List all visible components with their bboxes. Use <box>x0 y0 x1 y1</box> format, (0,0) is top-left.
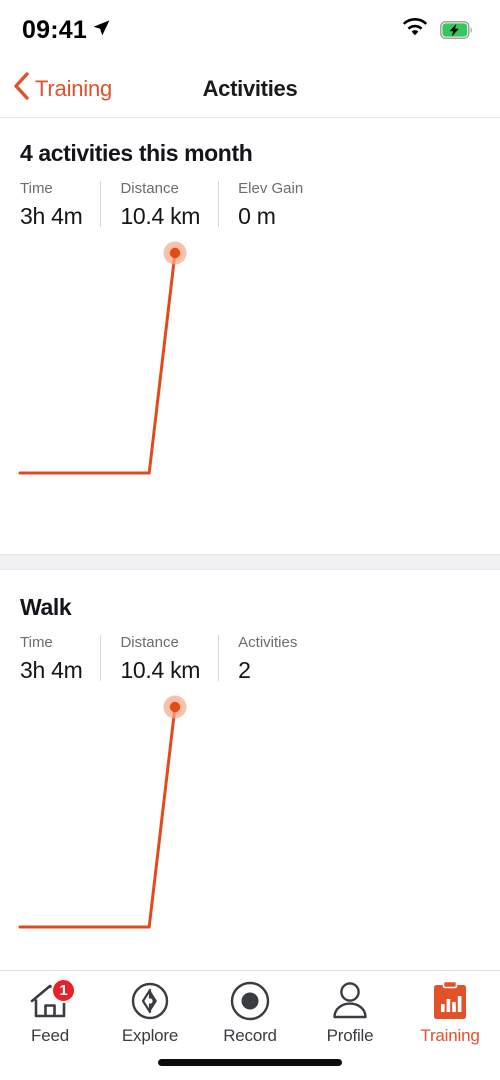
chart-marker-dot[interactable] <box>169 247 181 259</box>
stat-value: 2 <box>238 657 251 683</box>
stat-time: Time 3h 4m <box>20 179 100 231</box>
tab-profile[interactable]: Profile <box>300 980 400 1046</box>
back-button-label: Training <box>35 75 113 101</box>
tab-record[interactable]: Record <box>200 980 300 1046</box>
compass-icon <box>130 980 170 1022</box>
stat-distance: Distance 10.4 km <box>100 633 218 685</box>
tab-training[interactable]: Training <box>400 980 500 1046</box>
tab-label: Profile <box>326 1026 374 1045</box>
status-bar-clock: 09:41 <box>22 15 87 44</box>
person-icon <box>329 980 371 1022</box>
walk-stats: Time 3h 4m Distance 10.4 km Activities 2 <box>0 621 500 685</box>
stat-label: Elev Gain <box>238 180 304 197</box>
section-divider <box>0 554 500 570</box>
stat-label: Time <box>20 634 53 651</box>
tab-feed[interactable]: 1 Feed <box>0 978 100 1046</box>
tab-label: Feed <box>31 1026 69 1045</box>
record-dot-icon <box>229 980 271 1022</box>
month-summary-chart[interactable] <box>0 231 500 491</box>
tab-label: Record <box>223 1026 277 1045</box>
feed-badge: 1 <box>51 978 76 1003</box>
stat-label: Distance <box>120 634 179 651</box>
status-bar-left: 09:41 <box>22 16 111 45</box>
battery-charging-icon <box>440 21 474 39</box>
tab-label: Explore <box>121 1026 179 1045</box>
chart-line <box>18 251 177 475</box>
status-bar: 09:41 <box>0 0 500 60</box>
walk-chart[interactable] <box>0 685 500 945</box>
stat-value: 3h 4m <box>20 203 83 229</box>
stat-label: Distance <box>120 180 179 197</box>
tab-explore[interactable]: Explore <box>100 980 200 1046</box>
stat-distance: Distance 10.4 km <box>100 179 218 231</box>
navigation-bar: Activities Training <box>0 60 500 118</box>
app-screen: 09:41 Activities Training 4 activities t… <box>0 0 500 1080</box>
clipboard-chart-icon <box>430 980 470 1022</box>
month-summary-stats: Time 3h 4m Distance 10.4 km Elev Gain 0 … <box>0 167 500 231</box>
chart-marker-dot[interactable] <box>169 701 181 713</box>
stat-value: 0 m <box>238 203 276 229</box>
home-icon: 1 <box>28 978 76 1022</box>
stat-time: Time 3h 4m <box>20 633 100 685</box>
tab-label: Training <box>420 1026 480 1045</box>
stat-value: 10.4 km <box>120 657 201 683</box>
stat-activities: Activities 2 <box>218 633 315 685</box>
month-summary-card: 4 activities this month Time 3h 4m Dista… <box>0 140 500 491</box>
chevron-left-icon <box>10 71 32 106</box>
stat-value: 10.4 km <box>120 203 201 229</box>
stat-elev-gain: Elev Gain 0 m <box>218 179 321 231</box>
walk-card: Walk Time 3h 4m Distance 10.4 km Activit… <box>0 594 500 945</box>
location-arrow-icon <box>92 18 111 42</box>
month-summary-heading: 4 activities this month <box>20 140 253 166</box>
walk-heading: Walk <box>20 594 72 620</box>
home-indicator <box>158 1059 342 1066</box>
stat-label: Time <box>20 180 53 197</box>
status-bar-right <box>402 17 474 42</box>
back-button[interactable]: Training <box>10 71 112 106</box>
chart-line <box>18 705 177 929</box>
stat-label: Activities <box>238 634 298 651</box>
wifi-icon <box>402 17 428 42</box>
stat-value: 3h 4m <box>20 657 83 683</box>
